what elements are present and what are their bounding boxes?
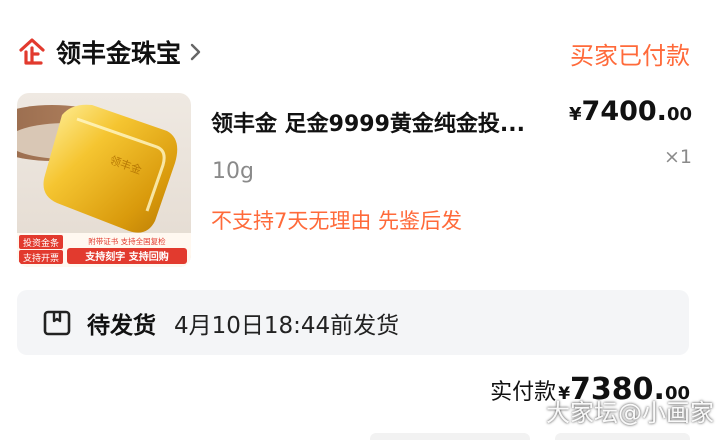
badge-investment-gold: 投资金条: [23, 237, 59, 249]
chevron-right-icon[interactable]: [189, 42, 203, 62]
product-service-note: 不支持7天无理由 先鉴后发: [211, 209, 463, 233]
shipping-status: 待发货: [87, 312, 156, 339]
product-price: ¥ 7400. 00: [569, 96, 692, 127]
price-decimal: 00: [666, 104, 692, 125]
price-currency: ¥: [569, 104, 582, 125]
badge-invoice: 支持开票: [23, 252, 59, 264]
order-status: 买家已付款: [570, 42, 690, 70]
action-button-partial[interactable]: [555, 433, 690, 440]
package-box-icon: [41, 307, 73, 339]
product-image[interactable]: 领丰金 投资金条 支持开票 附带证书 支持全国复检 支持刻字 支持回购: [17, 93, 191, 267]
badge-engraving-buyback: 支持刻字 支持回购: [84, 250, 168, 263]
watermark: 大家坛@小画家: [546, 399, 714, 427]
shipping-deadline: 4月10日18:44前发货: [174, 312, 400, 339]
price-integer: 7400.: [581, 96, 667, 127]
shipping-status-card[interactable]: 待发货 4月10日18:44前发货: [17, 290, 689, 355]
store-header[interactable]: 领丰金珠宝: [16, 30, 203, 74]
product-spec: 10g: [212, 159, 254, 184]
order-detail-screen: 领丰金珠宝 买家已付款 领丰金 投资金条 支持开票 附带证书 支持全国复检 支持…: [0, 0, 720, 440]
store-logo-icon: [16, 36, 48, 68]
badge-certificate-note: 附带证书 支持全国复检: [88, 236, 166, 246]
action-button-partial[interactable]: [370, 433, 530, 440]
product-quantity: ×1: [663, 146, 692, 168]
product-title[interactable]: 领丰金 足金9999黄金纯金投...: [211, 106, 581, 138]
store-name[interactable]: 领丰金珠宝: [56, 34, 181, 70]
